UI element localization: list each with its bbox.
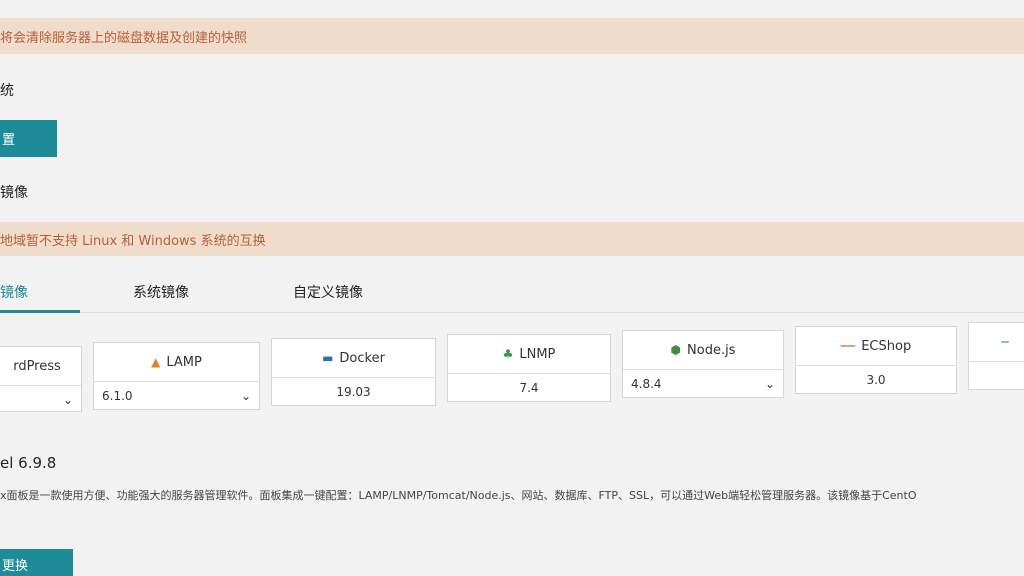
tab-system-image[interactable]: 系统镜像 (133, 282, 189, 302)
version-display: 3.0 (796, 366, 956, 394)
replace-button-label: 更换 (2, 558, 29, 574)
card-name: Docker (339, 350, 385, 366)
image-card-nodejs[interactable]: ⬢ Node.js 4.8.4 ⌄ (622, 330, 784, 398)
image-card-lamp[interactable]: ▲ LAMP 6.1.0 ⌄ (93, 342, 260, 410)
warning-text: 将会清除服务器上的磁盘数据及创建的快照 (0, 30, 248, 46)
card-title: ─ (969, 323, 1024, 362)
active-tab-indicator (0, 310, 80, 313)
image-card-ecshop[interactable]: ── ECShop 3.0 (795, 326, 957, 394)
tab-app-image[interactable]: 镜像 (0, 282, 28, 302)
system-label: 统 (0, 83, 14, 99)
image-card-docker[interactable]: ▬ Docker 19.03 (271, 338, 436, 406)
version-display: 19.03 (272, 378, 435, 406)
region-notice-text: 地域暂不支持 Linux 和 Windows 系统的互换 (0, 233, 266, 249)
replace-button[interactable]: 更换 (0, 549, 73, 576)
version-value: 3.0 (866, 373, 886, 387)
card-title: ── ECShop (796, 327, 956, 366)
lnmp-icon: ♣ (502, 347, 514, 361)
image-tabs: 镜像 系统镜像 自定义镜像 (0, 272, 1024, 313)
version-display (969, 362, 1024, 390)
nodejs-icon: ⬢ (670, 343, 682, 357)
tab-custom-image[interactable]: 自定义镜像 (293, 282, 363, 302)
warning-banner: 将会清除服务器上的磁盘数据及创建的快照 (0, 18, 1024, 54)
version-value: 6.1.0 (102, 389, 133, 403)
card-title: ⬢ Node.js (623, 331, 783, 370)
image-card-more[interactable]: ─ (968, 322, 1024, 390)
version-select[interactable]: ⌄ (0, 386, 81, 414)
version-select[interactable]: 4.8.4 ⌄ (623, 370, 783, 398)
image-description: x面板是一款使用方便、功能强大的服务器管理软件。面板集成一键配置：LAMP/LN… (0, 489, 917, 502)
app-icon: ─ (1001, 335, 1009, 349)
image-label: 镜像 (0, 185, 28, 201)
lamp-icon: ▲ (151, 355, 161, 369)
card-name: LNMP (519, 346, 556, 362)
selected-image-version: el 6.9.8 (0, 454, 57, 472)
version-value: 7.4 (519, 381, 539, 395)
ecshop-icon: ── (840, 339, 856, 353)
version-value: 19.03 (336, 385, 371, 399)
chevron-down-icon: ⌄ (62, 393, 73, 407)
card-name: LAMP (166, 354, 202, 370)
region-notice-banner: 地域暂不支持 Linux 和 Windows 系统的互换 (0, 222, 1024, 256)
card-name: ECShop (861, 338, 912, 354)
version-value: 4.8.4 (631, 377, 662, 391)
chevron-down-icon: ⌄ (240, 389, 251, 403)
docker-icon: ▬ (322, 351, 334, 365)
version-select[interactable]: 6.1.0 ⌄ (94, 382, 259, 410)
card-name: Node.js (687, 342, 736, 358)
image-card-lnmp[interactable]: ♣ LNMP 7.4 (447, 334, 611, 402)
card-title: ▲ LAMP (94, 343, 259, 382)
reset-button[interactable]: 置 (0, 120, 57, 157)
card-title: rdPress (0, 347, 81, 386)
reset-button-label: 置 (2, 133, 16, 148)
version-display: 7.4 (448, 374, 610, 402)
card-title: ▬ Docker (272, 339, 435, 378)
image-card-wordpress[interactable]: rdPress ⌄ (0, 346, 82, 412)
card-title: ♣ LNMP (448, 335, 610, 374)
chevron-down-icon: ⌄ (764, 377, 775, 391)
card-name: rdPress (13, 358, 61, 374)
page: 将会清除服务器上的磁盘数据及创建的快照 统 置 镜像 地域暂不支持 Linux … (0, 0, 1024, 576)
